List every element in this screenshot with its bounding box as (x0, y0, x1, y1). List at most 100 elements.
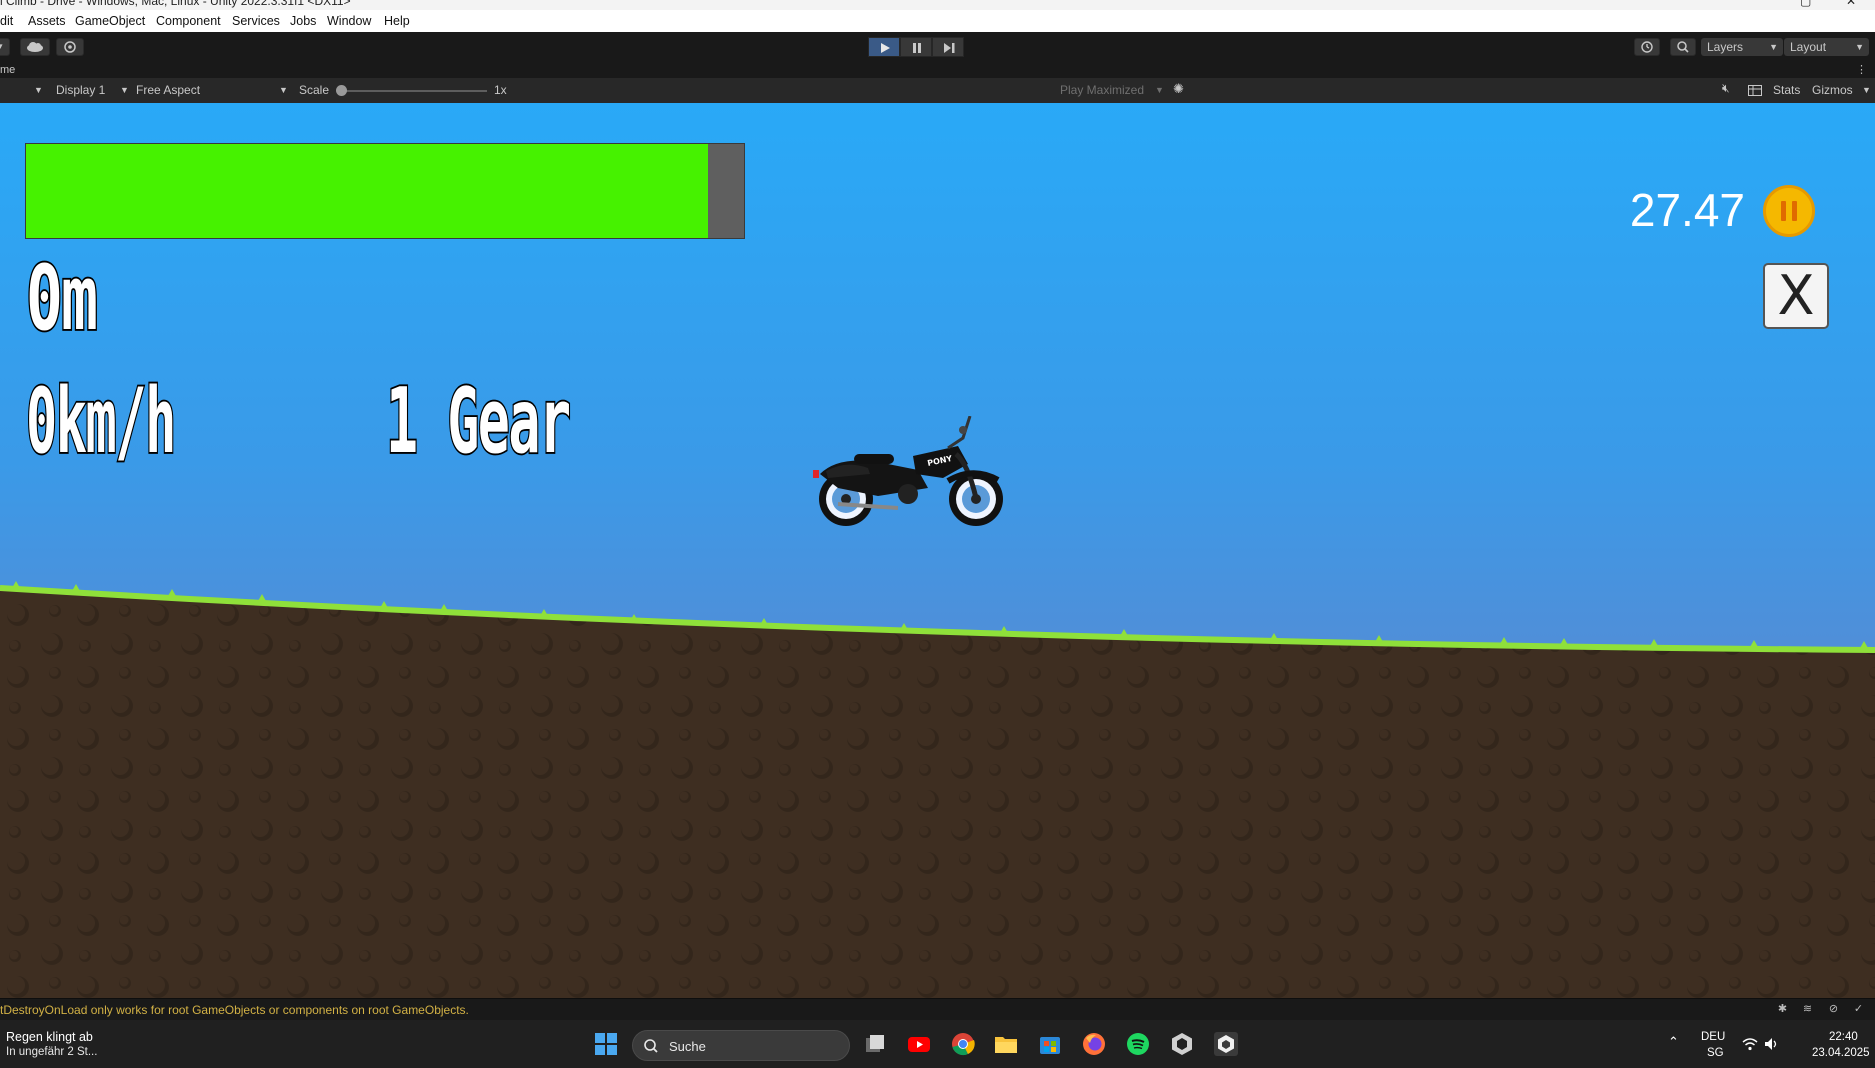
play-maximized-toggle[interactable]: Play Maximized ▼ (1060, 83, 1164, 97)
menu-jobs[interactable]: Jobs (290, 14, 316, 28)
scale-slider-handle[interactable] (336, 85, 347, 96)
layout-label: Layout (1790, 40, 1827, 54)
aspect-dropdown[interactable]: Free Aspect ▼ (136, 83, 288, 97)
pause-button[interactable] (1763, 185, 1815, 237)
search-box[interactable]: Suche (632, 1030, 850, 1061)
console-status-bar: tDestroyOnLoad only works for root GameO… (0, 998, 1875, 1021)
store-icon[interactable] (1038, 1032, 1062, 1056)
wifi-icon[interactable] (1742, 1037, 1758, 1051)
pause-play-mode-button[interactable] (900, 37, 932, 57)
close-window-icon[interactable]: ✕ (1846, 0, 1856, 8)
close-game-button[interactable]: X (1763, 263, 1829, 329)
search-icon (644, 1039, 658, 1053)
scale-slider-track[interactable] (343, 90, 487, 92)
file-explorer-icon[interactable] (994, 1032, 1018, 1056)
check-circle-icon[interactable]: ✓ (1852, 1003, 1865, 1016)
menu-gameobject[interactable]: GameObject (75, 14, 145, 28)
window-title-bar: l Climb - Drive - Windows, Mac, Linux - … (0, 0, 1875, 10)
language-indicator[interactable]: DEU (1701, 1031, 1725, 1043)
account-dropdown[interactable]: ▾ (0, 38, 10, 56)
start-icon[interactable] (594, 1032, 618, 1056)
layers-dropdown[interactable]: Layers ▼ (1701, 38, 1783, 56)
history-icon (1641, 41, 1653, 53)
window-title: l Climb - Drive - Windows, Mac, Linux - … (0, 0, 351, 8)
fuel-bar-fill (26, 144, 709, 238)
maximize-icon[interactable]: ▢ (1800, 0, 1811, 8)
keyboard-layout-indicator[interactable]: SG (1707, 1047, 1724, 1059)
chevron-down-icon: ▼ (1855, 42, 1864, 52)
console-message[interactable]: tDestroyOnLoad only works for root GameO… (0, 1003, 469, 1017)
play-icon (881, 43, 890, 53)
distance-display: 0m (25, 243, 100, 352)
collab-icon (64, 41, 76, 53)
display-dropdown[interactable]: Display 1 ▼ (56, 83, 129, 97)
undo-history-button[interactable] (1634, 38, 1660, 56)
pause-icon-bar (1792, 201, 1797, 221)
pause-icon (1781, 201, 1786, 221)
pause-icon (913, 43, 921, 53)
weather-subtitle: In ungefähr 2 St... (6, 1046, 98, 1058)
chevron-down-icon: ▾ (0, 41, 3, 51)
aspect-label: Free Aspect (136, 83, 201, 97)
chevron-down-icon: ▼ (1769, 42, 1778, 52)
layout-dropdown[interactable]: Layout ▼ (1784, 38, 1869, 56)
collab-button[interactable] (56, 38, 84, 56)
search-icon (1677, 41, 1689, 53)
menu-help[interactable]: Help (384, 14, 410, 28)
menu-services[interactable]: Services (232, 14, 280, 28)
gear-display: 1 Gear (385, 366, 572, 475)
cloud-icon (27, 42, 43, 52)
game-viewport[interactable]: PONY 0m 0km/h 1 Gear 27.47 X (0, 103, 1875, 998)
display-label: Display 1 (56, 83, 106, 97)
speed-display: 0km/h (25, 366, 177, 475)
volume-icon[interactable] (1764, 1037, 1780, 1051)
fuel-bar (25, 143, 745, 239)
step-icon (944, 43, 955, 53)
motorbike: PONY (813, 416, 1003, 526)
bug-icon[interactable]: ✺ (1173, 81, 1184, 97)
kebab-menu-icon[interactable]: ⋮ (1856, 63, 1867, 76)
chevron-up-icon[interactable]: ⌃ (1668, 1034, 1679, 1050)
taskbar: Regen klingt ab In ungefähr 2 St... Such… (0, 1020, 1875, 1068)
game-view-dropdown-arrow[interactable]: ▼ (34, 85, 43, 95)
weather-title: Regen klingt ab (6, 1030, 93, 1044)
unity-editor-icon[interactable] (1214, 1032, 1238, 1056)
unity-hub-icon[interactable] (1170, 1032, 1194, 1056)
debug-icon[interactable]: ✱ (1776, 1003, 1789, 1016)
chevron-down-icon: ▼ (120, 85, 129, 95)
firefox-icon[interactable] (1082, 1032, 1106, 1056)
audio-mute-icon[interactable]: 🔇︎ (1722, 81, 1730, 96)
chevron-down-icon: ▼ (279, 85, 288, 95)
main-toolbar: ▾ Layers ▼ Layout ▼ (0, 32, 1875, 63)
menu-edit[interactable]: dit (0, 14, 13, 28)
layers-label: Layers (1707, 40, 1744, 54)
stack-icon[interactable]: ≋ (1801, 1003, 1814, 1016)
menu-assets[interactable]: Assets (28, 14, 66, 28)
game-view-toolbar: ▼ Display 1 ▼ Free Aspect ▼ Scale 1x Pla… (0, 78, 1875, 103)
play-button[interactable] (868, 37, 900, 57)
spotify-icon[interactable] (1126, 1032, 1150, 1056)
tab-game[interactable]: me (0, 64, 15, 76)
play-maximized-label: Play Maximized (1060, 83, 1145, 97)
cloud-button[interactable] (20, 38, 50, 56)
stats-button[interactable]: Stats (1773, 83, 1800, 97)
chevron-down-icon[interactable]: ▼ (1862, 85, 1871, 95)
menu-bar: dit Assets GameObject Component Services… (0, 10, 1875, 32)
scale-label: Scale (299, 83, 330, 97)
clock-time[interactable]: 22:40 (1829, 1031, 1858, 1043)
youtube-icon[interactable] (907, 1032, 931, 1056)
menu-window[interactable]: Window (327, 14, 371, 28)
search-label: Suche (669, 1039, 706, 1054)
chrome-icon[interactable] (951, 1032, 975, 1056)
grid-icon[interactable] (1748, 85, 1762, 96)
search-button[interactable] (1670, 38, 1696, 56)
mute-icon[interactable]: ⊘ (1827, 1003, 1840, 1016)
clock-date[interactable]: 23.04.2025 (1812, 1047, 1870, 1059)
task-view-icon[interactable] (863, 1032, 887, 1056)
chevron-down-icon: ▼ (1155, 85, 1164, 95)
game-tab-strip: me ⋮ (0, 62, 1875, 78)
menu-component[interactable]: Component (156, 14, 221, 28)
coin-count: 27.47 (1629, 184, 1745, 236)
gizmos-button[interactable]: Gizmos (1812, 83, 1853, 97)
step-button[interactable] (932, 37, 964, 57)
